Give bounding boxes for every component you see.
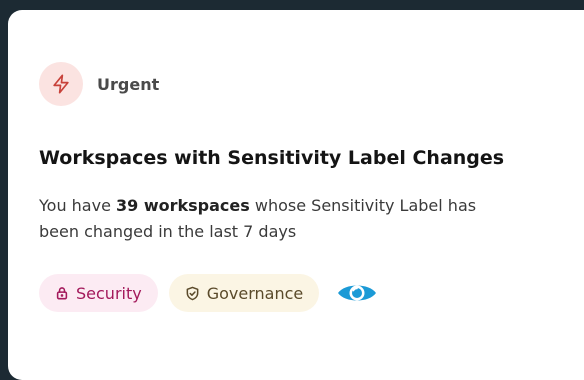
description-count: 39 workspaces [116,196,250,215]
tag-list: Security Governance [39,274,379,312]
card-description: You have 39 workspaces whose Sensitivity… [39,193,509,245]
view-details-button[interactable] [335,274,379,312]
tag-security[interactable]: Security [39,274,158,312]
eye-icon [338,285,377,301]
urgency-icon-circle [39,62,83,106]
tag-governance[interactable]: Governance [168,274,320,312]
tag-security-label: Security [76,283,142,303]
urgency-badge: Urgent [39,62,159,106]
insight-card: Urgent Workspaces with Sensitivity Label… [8,10,584,380]
card-title: Workspaces with Sensitivity Label Change… [39,147,505,169]
urgency-label: Urgent [97,74,160,94]
shield-check-icon [186,286,199,300]
lightning-icon [53,74,69,94]
tag-governance-label: Governance [206,283,304,303]
description-prefix: You have [39,196,117,215]
lock-icon [56,287,68,300]
